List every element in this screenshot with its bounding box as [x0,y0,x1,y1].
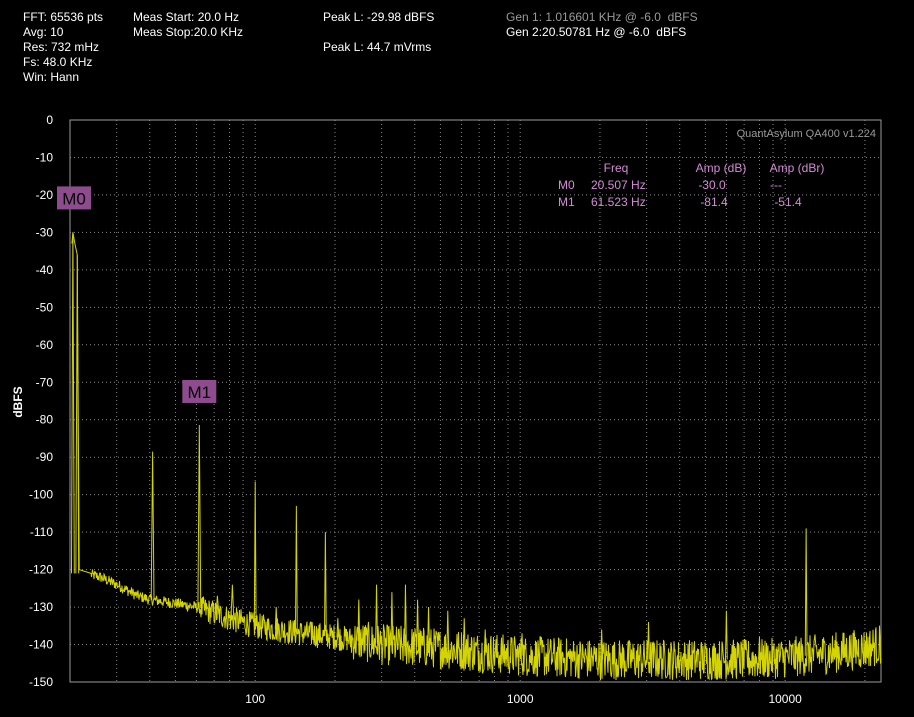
spectral-peak [416,599,419,647]
spectral-peak [150,451,155,600]
marker-table-header-freq: Freq [604,161,629,175]
marker-table-m1-name: M1 [558,195,575,209]
spectral-peak [520,633,524,656]
y-tick-label: -60 [36,338,54,352]
y-tick-label: -10 [36,150,54,164]
marker-table-header-amp-db: Amp (dB) [696,161,747,175]
marker-table-m1-amp-db: -81.4 [700,195,728,209]
x-tick-label: 10000 [768,692,802,706]
y-tick-label: -40 [36,263,54,277]
marker-table-m1-amp-dbr: -51.4 [774,195,802,209]
y-tick-label: 0 [46,113,53,127]
y-tick-label: -140 [29,638,53,652]
spectral-peak [647,622,650,660]
marker-m0-label: M0 [62,189,86,208]
y-tick-label: -70 [36,375,54,389]
y-tick-label: -110 [30,525,53,539]
spectral-peak [230,584,235,620]
marker-table-m0-amp-db: -30.0 [698,178,726,192]
y-tick-label: -90 [36,450,54,464]
spectral-peak [323,532,327,636]
y-axis-label: dBFS [11,386,25,417]
spectral-peak [462,618,466,651]
spectrum-chart[interactable]: 0 -10 -20 -30 -40 -50 -60 -70 -80 -90 -100 -110 -120… [0,0,914,717]
y-tick-label: -120 [29,563,53,577]
marker-m1-label: M1 [187,383,211,402]
y-tick-label: -150 [29,675,53,689]
y-tick-label: -100 [29,488,53,502]
y-tick-label: -20 [36,188,54,202]
spectrum-trace [90,569,882,681]
marker-table-m0-name: M0 [558,178,575,192]
noise-floor-trace [90,569,882,681]
spectral-peak [294,505,298,633]
y-tick-labels: 0 -10 -20 -30 -40 -50 -60 -70 -80 -90 -100 -110 -120… [29,113,53,689]
y-tick-label: -80 [36,413,54,427]
harmonic-peaks [70,232,808,660]
y-tick-label: -130 [29,600,53,614]
spectral-peak [197,424,202,609]
x-tick-label: 100 [245,692,265,706]
brand-label: QuantAsylum QA400 v1.224 [737,128,876,140]
marker-table-header-amp-dbr: Amp (dBr) [770,161,825,175]
spectral-peak [375,584,378,644]
marker-table-m0-freq: 20.507 Hz [591,178,646,192]
marker-table-m0-amp-dbr: --- [770,178,782,192]
y-tick-label: -50 [36,300,54,314]
fundamental-peak [71,232,92,574]
spectral-peak [804,528,808,656]
marker-table-m1-freq: 61.523 Hz [591,195,646,209]
spectral-peak [446,610,450,649]
marker-labels[interactable]: M0 M1 [57,186,217,403]
y-tick-label: -30 [36,225,54,239]
x-tick-labels: 100 1000 10000 [245,692,802,706]
marker-table: Freq Amp (dB) Amp (dBr) M0 20.507 Hz -30… [558,161,824,209]
x-tick-label: 1000 [507,692,534,706]
spectral-peak [70,232,75,574]
